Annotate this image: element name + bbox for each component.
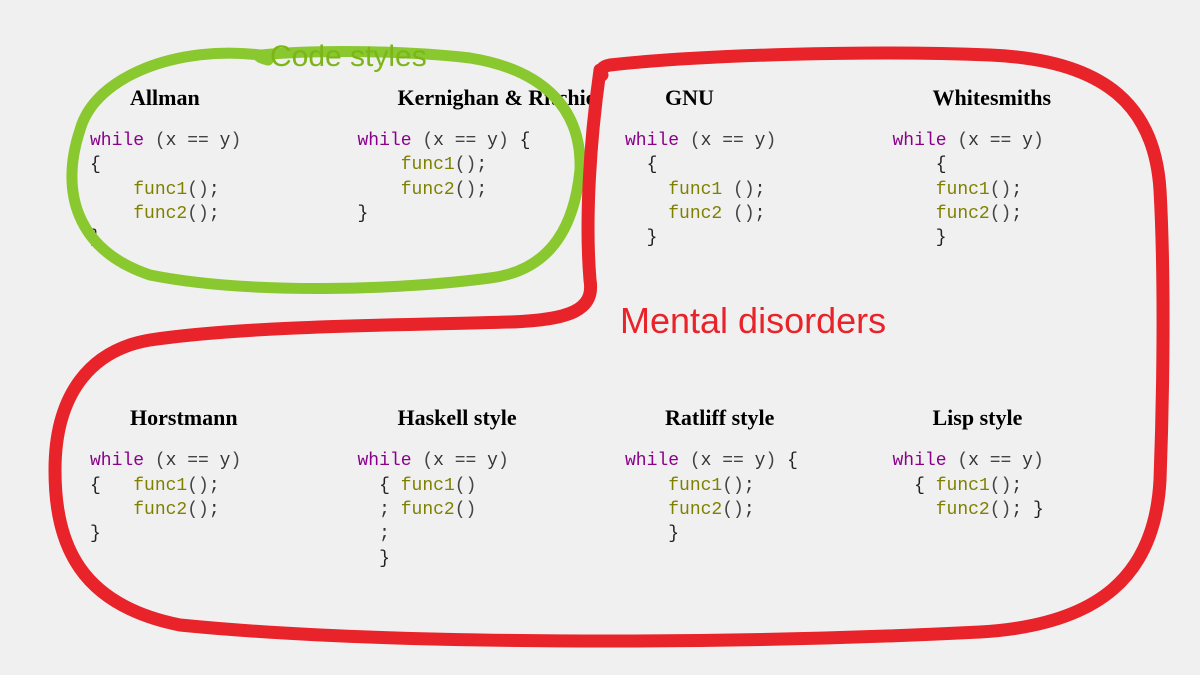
code-style-grid: Allman while (x == y) { func1(); func2()… bbox=[90, 85, 1140, 571]
style-whitesmiths: Whitesmiths while (x == y) { func1(); fu… bbox=[893, 85, 1141, 250]
label-code-styles: Code styles bbox=[270, 40, 427, 74]
style-allman: Allman while (x == y) { func1(); func2()… bbox=[90, 85, 338, 250]
style-title: Allman bbox=[90, 85, 338, 111]
style-horstmann: Horstmann while (x == y) { func1(); func… bbox=[90, 405, 338, 570]
style-title: Whitesmiths bbox=[893, 85, 1141, 111]
label-mental-disorders: Mental disorders bbox=[620, 300, 886, 342]
style-code: while (x == y) { func1() ; func2() ; } bbox=[358, 449, 606, 570]
style-ratliff: Ratliff style while (x == y) { func1(); … bbox=[625, 405, 873, 570]
style-title: Haskell style bbox=[358, 405, 606, 431]
style-code: while (x == y) { func1(); func2(); } bbox=[893, 449, 1141, 522]
style-title: Ratliff style bbox=[625, 405, 873, 431]
style-code: while (x == y) { func1(); func2(); } bbox=[90, 129, 338, 250]
style-gnu: GNU while (x == y) { func1 (); func2 ();… bbox=[625, 85, 873, 250]
style-kr: Kernighan & Ritchie while (x == y) { fun… bbox=[358, 85, 606, 250]
style-title: Lisp style bbox=[893, 405, 1141, 431]
style-title: Kernighan & Ritchie bbox=[358, 85, 606, 111]
style-code: while (x == y) { func1 (); func2 (); } bbox=[625, 129, 873, 250]
style-code: while (x == y) { func1(); func2(); } bbox=[90, 449, 338, 546]
style-code: while (x == y) { func1(); func2(); } bbox=[625, 449, 873, 546]
style-title: GNU bbox=[625, 85, 873, 111]
style-code: while (x == y) { func1(); func2(); } bbox=[893, 129, 1141, 250]
style-lisp: Lisp style while (x == y) { func1(); fun… bbox=[893, 405, 1141, 570]
style-haskell: Haskell style while (x == y) { func1() ;… bbox=[358, 405, 606, 570]
style-code: while (x == y) { func1(); func2(); } bbox=[358, 129, 606, 226]
style-title: Horstmann bbox=[90, 405, 338, 431]
